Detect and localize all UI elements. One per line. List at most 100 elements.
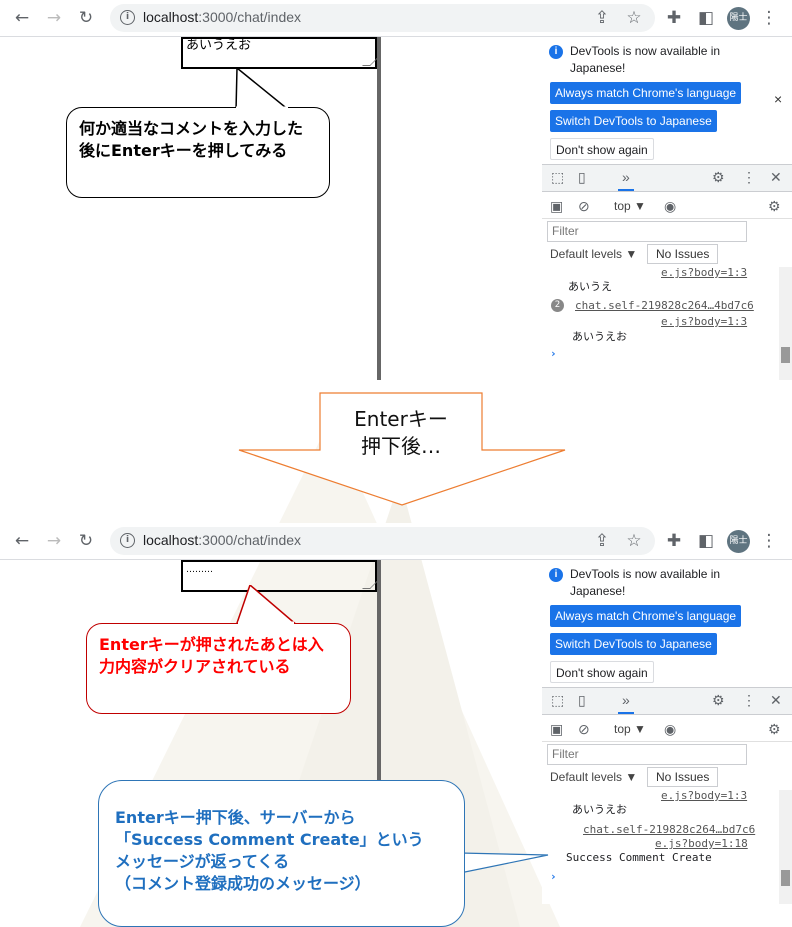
star-icon[interactable]: ☆ — [622, 529, 646, 553]
textarea-value: あいうえお — [186, 38, 252, 53]
avatar[interactable]: 陽士 — [727, 7, 750, 30]
blue-callout-pointer — [459, 852, 549, 874]
reload-icon[interactable]: ↻ — [74, 529, 98, 553]
eye-icon[interactable]: ◉ — [664, 721, 676, 738]
switch-language-button[interactable]: Switch DevTools to Japanese — [550, 110, 717, 132]
console-log: e.js?body=1:3 あいうえ 2 chat.self-219828c26… — [542, 266, 782, 377]
frame-divider — [377, 37, 381, 380]
close-icon[interactable]: × — [774, 91, 782, 107]
language-notice: i DevTools is now available in Japanese!… — [542, 37, 792, 164]
log-message: あいうえお — [572, 803, 627, 816]
resize-grip[interactable] — [362, 581, 378, 589]
sidebar-toggle-icon[interactable]: ▣ — [550, 198, 563, 215]
share-icon[interactable]: ⇪ — [590, 6, 614, 30]
dont-show-button[interactable]: Don't show again — [550, 138, 654, 160]
settings-icon[interactable]: ⚙ — [712, 169, 725, 186]
filter-input[interactable]: Filter — [547, 221, 747, 242]
sidebar-toggle-icon[interactable]: ▣ — [550, 721, 563, 738]
sidepanel-icon[interactable]: ◧ — [694, 6, 718, 30]
match-language-button[interactable]: Always match Chrome's language — [550, 605, 742, 627]
match-language-button[interactable]: Always match Chrome's language — [550, 82, 742, 104]
info-icon[interactable]: i — [120, 533, 135, 548]
menu-icon[interactable]: ⋮ — [757, 529, 781, 553]
transition-label: Enterキー 押下後… — [322, 406, 480, 460]
eye-icon[interactable]: ◉ — [664, 198, 676, 215]
reload-icon[interactable]: ↻ — [74, 6, 98, 30]
avatar[interactable]: 陽士 — [727, 530, 750, 553]
kebab-icon[interactable]: ⋮ — [742, 169, 756, 186]
console-log: e.js?body=1:3 あいうえお chat.self-219828c264… — [542, 789, 782, 900]
url-text[interactable]: localhost:3000/chat/index — [143, 9, 301, 25]
callout-line-1: Enterキー押下後、サーバーから — [115, 808, 356, 827]
close-devtools-icon[interactable]: ✕ — [770, 169, 782, 186]
dont-show-button[interactable]: Don't show again — [550, 661, 654, 683]
server-response-callout: Enterキー押下後、サーバーから 「Success Comment Creat… — [98, 780, 465, 927]
console-prompt-icon[interactable]: › — [550, 347, 557, 360]
devtools-tabbar: ⬚ ▯ » ⚙ ⋮ ✕ — [542, 687, 792, 715]
device-icon[interactable]: ▯ — [578, 169, 586, 186]
extensions-icon[interactable]: ✚ — [662, 529, 686, 553]
console-settings-icon[interactable]: ⚙ — [768, 198, 781, 215]
back-icon[interactable]: ← — [10, 6, 34, 30]
log-message: あいうえ — [568, 280, 612, 293]
log-message: Success Comment Create — [566, 851, 712, 864]
more-tabs-icon[interactable]: » — [618, 692, 634, 714]
url-text[interactable]: localhost:3000/chat/index — [143, 532, 301, 548]
browser-toolbar: ← → ↻ i localhost:3000/chat/index ⇪ ☆ ✚ … — [0, 523, 792, 560]
console-scrollbar[interactable] — [779, 267, 792, 380]
console-scrollbar[interactable] — [779, 790, 792, 904]
scrollbar-thumb[interactable] — [781, 347, 790, 363]
devtools-panel: i DevTools is now available in Japanese!… — [542, 37, 792, 380]
before-screenshot: ← → ↻ i localhost:3000/chat/index ⇪ ☆ ✚ … — [0, 0, 792, 404]
switch-language-button[interactable]: Switch DevTools to Japanese — [550, 633, 717, 655]
forward-icon[interactable]: → — [42, 6, 66, 30]
transition-line-1: Enterキー — [354, 407, 448, 431]
log-source-link[interactable]: chat.self-219828c264…bd7c6 — [583, 823, 755, 836]
back-icon[interactable]: ← — [10, 529, 34, 553]
context-selector[interactable]: top ▼ — [614, 199, 646, 213]
resize-grip[interactable] — [362, 58, 378, 66]
extensions-icon[interactable]: ✚ — [662, 6, 686, 30]
console-settings-icon[interactable]: ⚙ — [768, 721, 781, 738]
clear-console-icon[interactable]: ⊘ — [578, 721, 590, 738]
settings-icon[interactable]: ⚙ — [712, 692, 725, 709]
console-toolbar: ▣ ⊘ top ▼ ◉ ⚙ — [542, 193, 792, 219]
inspect-icon[interactable]: ⬚ — [551, 169, 564, 186]
frame-divider — [377, 560, 381, 780]
address-bar[interactable]: i localhost:3000/chat/index ⇪ ☆ — [110, 4, 655, 32]
scrollbar-thumb[interactable] — [781, 870, 790, 886]
log-levels-select[interactable]: Default levels ▼ — [550, 247, 637, 261]
log-message: あいうえお — [572, 330, 627, 343]
after-screenshot: ← → ↻ i localhost:3000/chat/index ⇪ ☆ ✚ … — [0, 523, 792, 927]
inspect-icon[interactable]: ⬚ — [551, 692, 564, 709]
info-icon[interactable]: i — [120, 10, 135, 25]
filter-input[interactable]: Filter — [547, 744, 747, 765]
issues-button[interactable]: No Issues — [647, 767, 719, 787]
share-icon[interactable]: ⇪ — [590, 529, 614, 553]
kebab-icon[interactable]: ⋮ — [742, 692, 756, 709]
forward-icon[interactable]: → — [42, 529, 66, 553]
sidepanel-icon[interactable]: ◧ — [694, 529, 718, 553]
info-icon: i — [549, 45, 563, 59]
log-source-link[interactable]: chat.self-219828c264…4bd7c6 — [575, 299, 754, 312]
device-icon[interactable]: ▯ — [578, 692, 586, 709]
context-selector[interactable]: top ▼ — [614, 722, 646, 736]
comment-textarea[interactable]: あいうえお — [181, 37, 378, 69]
language-notice: i DevTools is now available in Japanese!… — [542, 560, 792, 687]
star-icon[interactable]: ☆ — [622, 6, 646, 30]
log-source-link[interactable]: e.js?body=1:3 — [661, 266, 747, 279]
close-devtools-icon[interactable]: ✕ — [770, 692, 782, 709]
issues-button[interactable]: No Issues — [647, 244, 719, 264]
callout-text: 何か適当なコメントを入力した後にEnterキーを押してみる — [79, 119, 304, 160]
log-levels-select[interactable]: Default levels ▼ — [550, 770, 637, 784]
info-icon: i — [549, 568, 563, 582]
clear-console-icon[interactable]: ⊘ — [578, 198, 590, 215]
log-source-link[interactable]: e.js?body=1:3 — [661, 789, 747, 802]
address-bar[interactable]: i localhost:3000/chat/index ⇪ ☆ — [110, 527, 655, 555]
menu-icon[interactable]: ⋮ — [757, 6, 781, 30]
console-toolbar: ▣ ⊘ top ▼ ◉ ⚙ — [542, 716, 792, 742]
log-source-link[interactable]: e.js?body=1:3 — [661, 315, 747, 328]
callout-line-2: 「Success Comment Create」という — [115, 830, 424, 849]
log-source-link[interactable]: e.js?body=1:18 — [655, 837, 748, 850]
more-tabs-icon[interactable]: » — [618, 169, 634, 191]
